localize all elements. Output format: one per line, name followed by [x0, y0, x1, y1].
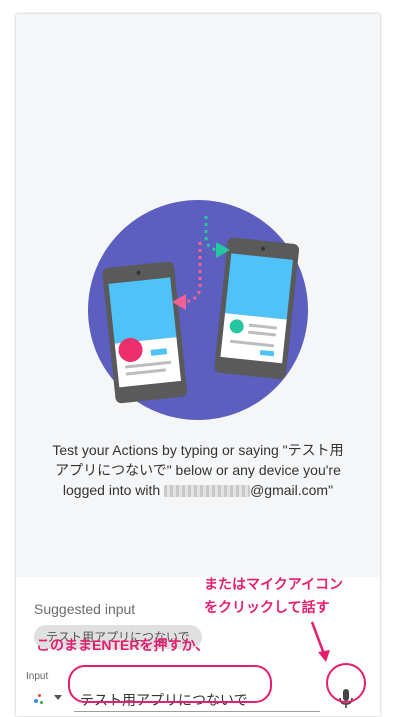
- query-input[interactable]: [74, 689, 320, 712]
- devices-illustration: [88, 200, 308, 420]
- suggested-input-title: Suggested input: [34, 601, 136, 617]
- input-source-dropdown[interactable]: [32, 687, 68, 709]
- assistant-dot-red: [38, 694, 41, 697]
- redacted-email: [164, 485, 251, 498]
- assistant-dots-icon: [34, 699, 38, 703]
- mic-annotation-line-2: をクリックして話す: [204, 599, 330, 615]
- description-line-3-suffix: @gmail.com": [250, 482, 334, 498]
- description-line-1: Test your Actions by typing or saying "テ…: [52, 442, 344, 458]
- assistant-dot-green: [40, 701, 43, 704]
- chevron-down-icon: [54, 695, 62, 700]
- description-line-3-prefix: logged into with: [62, 482, 161, 498]
- mic-annotation: またはマイクアイコン をクリックして話す: [204, 573, 343, 619]
- enter-annotation: このままENTERを押すか、: [36, 637, 210, 653]
- annotation-arrow-icon: [310, 621, 330, 662]
- mic-annotation-line-1: またはマイクアイコン: [204, 576, 344, 592]
- mic-button[interactable]: [328, 681, 364, 717]
- microphone-icon: [339, 689, 353, 708]
- simulator-description: Test your Actions by typing or saying "テ…: [38, 440, 358, 500]
- input-label: Input: [26, 671, 49, 682]
- description-line-2: アプリにつないで" below or any device you're: [55, 462, 341, 478]
